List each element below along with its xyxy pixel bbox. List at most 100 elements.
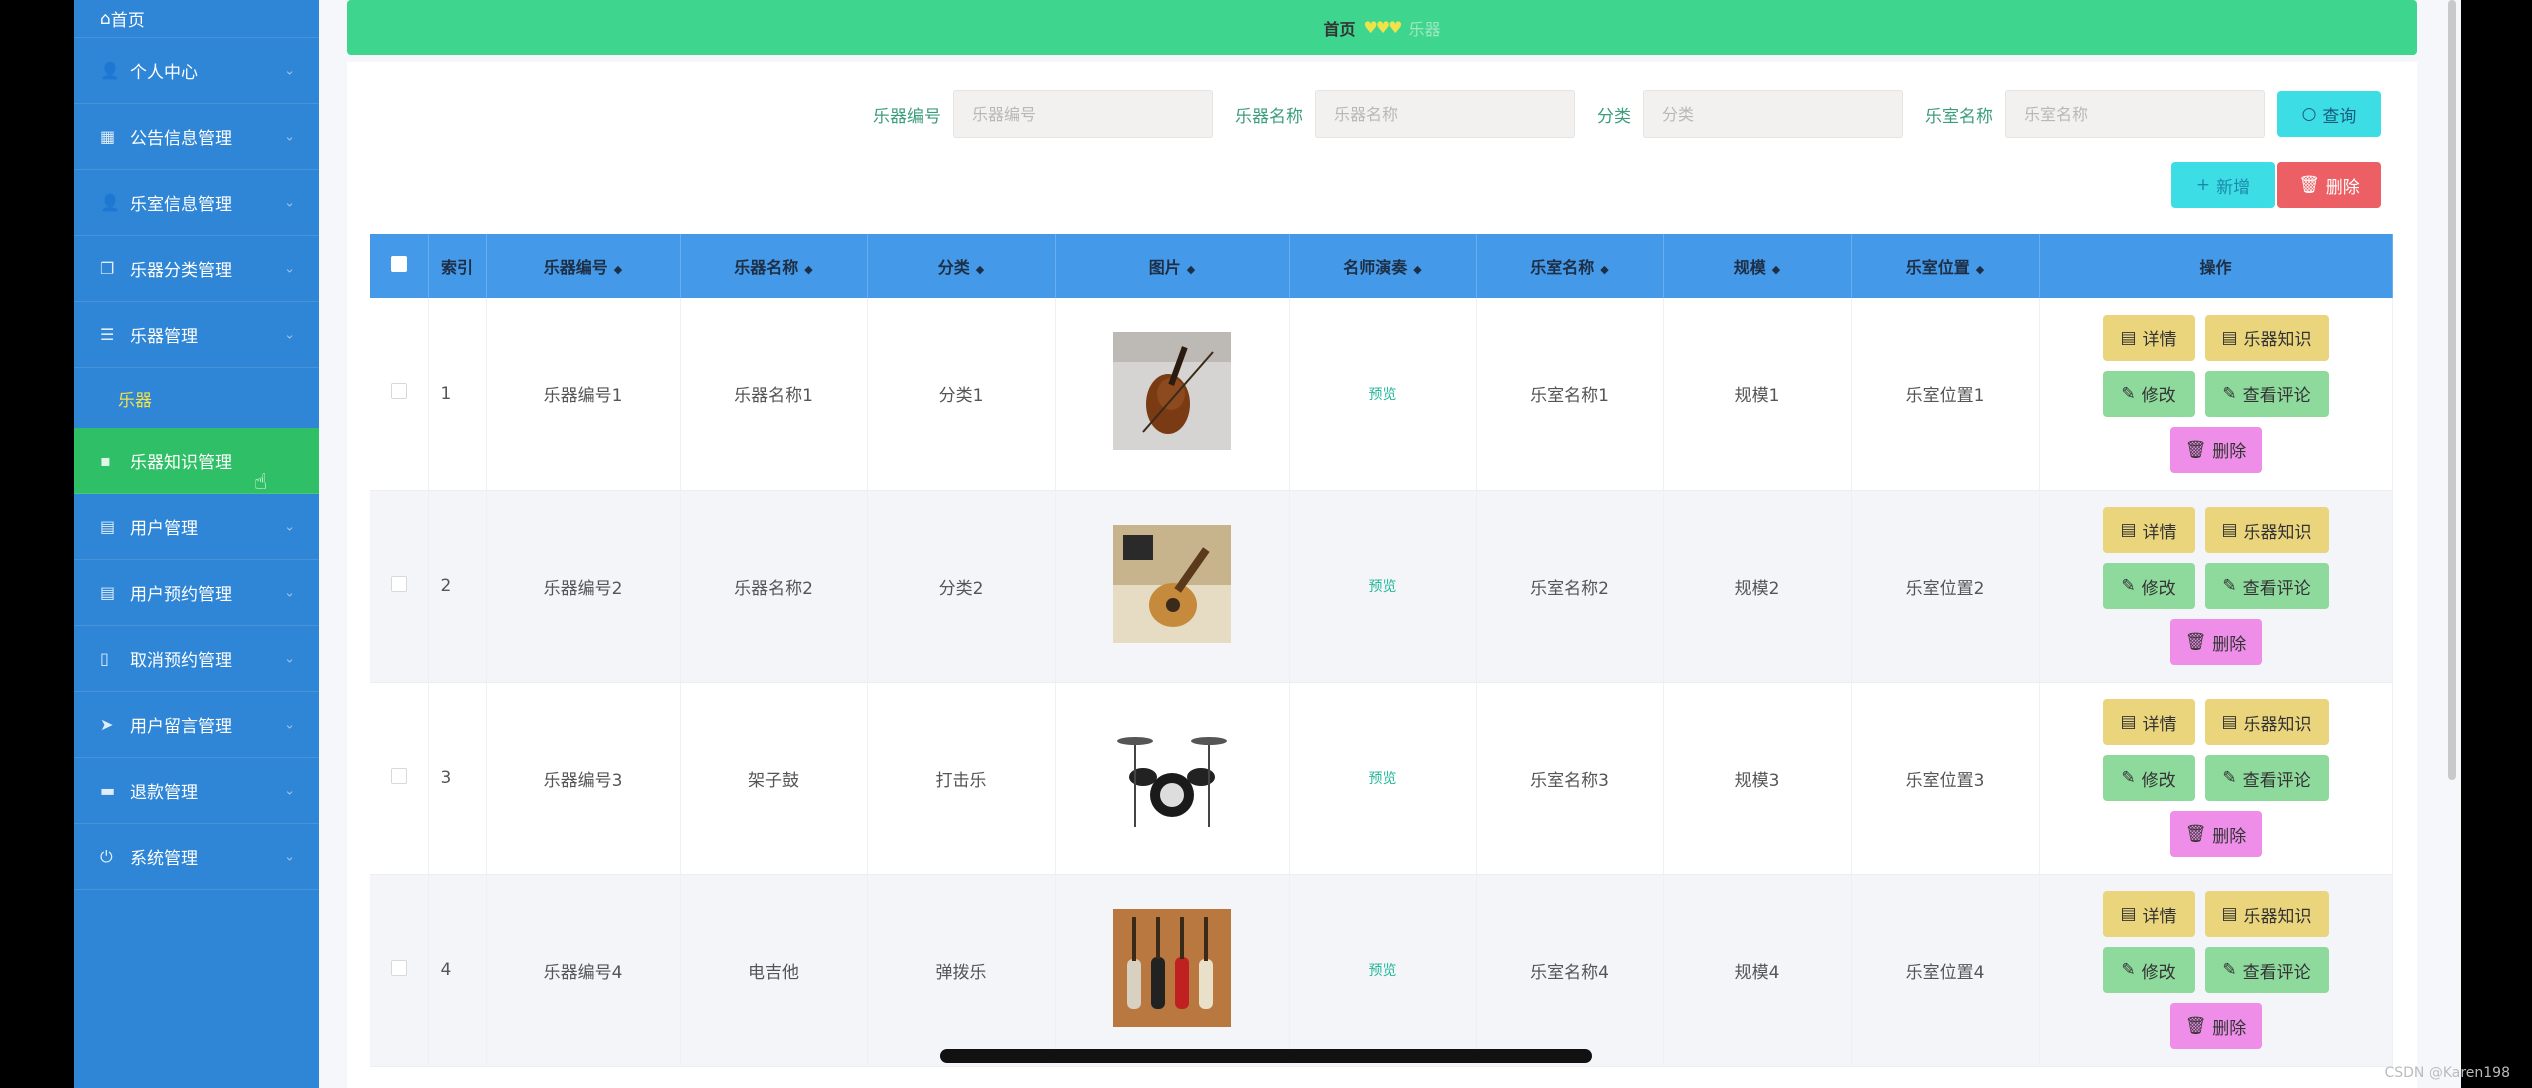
sort-icon[interactable]: ◆ <box>976 263 984 276</box>
view-comments-button[interactable]: ✎ 查看评论 <box>2204 370 2329 417</box>
chevron-down-icon: ⌄ <box>284 63 295 78</box>
cell-room-location: 乐室位置2 <box>1851 490 2040 683</box>
search-icon: ○ <box>2301 104 2317 124</box>
sidebar-item-items2-0[interactable]: ▤ 用户管理 ⌄ <box>74 494 319 560</box>
sidebar-item-items-1[interactable]: ▦ 公告信息管理 ⌄ <box>74 104 319 170</box>
instrument-image[interactable] <box>1113 332 1231 451</box>
header-room-location[interactable]: 乐室位置 ◆ <box>1851 234 2040 298</box>
cell-operations: ▤ 详情 ▤ 乐器知识 ✎ 修改 ✎ 查看评论 🗑 删除 <box>2039 298 2393 491</box>
view-comments-button[interactable]: ✎ 查看评论 <box>2204 755 2329 801</box>
cell-scale: 规模1 <box>1663 298 1852 491</box>
user-icon: 👤 <box>100 193 120 212</box>
header-performance[interactable]: 名师演奏 ◆ <box>1289 234 1477 298</box>
sort-icon[interactable]: ◆ <box>1772 263 1780 276</box>
sort-icon[interactable]: ◆ <box>1187 263 1195 276</box>
header-name[interactable]: 乐器名称 ◆ <box>680 234 868 298</box>
instrument-image[interactable] <box>1113 716 1231 835</box>
sidebar-item-items-3[interactable]: ❐ 乐器分类管理 ⌄ <box>74 236 319 302</box>
preview-link[interactable]: 预览 <box>1369 963 1397 979</box>
detail-button[interactable]: ▤ 详情 <box>2102 314 2195 361</box>
sidebar-item-instrument-knowledge[interactable]: ▪ 乐器知识管理 <box>74 428 319 494</box>
detail-button[interactable]: ▤ 详情 <box>2102 891 2195 937</box>
instrument-image[interactable] <box>1113 908 1231 1027</box>
chevron-down-icon: ⌄ <box>284 651 295 666</box>
detail-button-label: 详情 <box>2142 906 2177 927</box>
chevron-down-icon: ⌄ <box>284 195 295 210</box>
sidebar-item-label: 乐器知识管理 <box>130 453 232 473</box>
edit-button[interactable]: ✎ 修改 <box>2102 563 2195 609</box>
row-checkbox[interactable] <box>390 959 407 976</box>
detail-button[interactable]: ▤ 详情 <box>2102 507 2195 553</box>
preview-link[interactable]: 预览 <box>1369 771 1397 787</box>
room-name-input[interactable] <box>2005 90 2265 138</box>
sort-icon[interactable]: ◆ <box>614 263 622 276</box>
sidebar-item-items-4[interactable]: ☰ 乐器管理 ⌄ <box>74 302 319 368</box>
sidebar-subitem-label: 乐器 <box>118 390 152 411</box>
sidebar-subitem-instruments[interactable]: 乐器 <box>74 368 319 428</box>
delete-button[interactable]: 🗑 删除 <box>2169 426 2262 473</box>
header-code[interactable]: 乐器编号 ◆ <box>486 234 681 298</box>
sidebar-item-items2-5[interactable]: ⏻ 系统管理 ⌄ <box>74 824 319 890</box>
add-button[interactable]: + 新增 <box>2171 162 2275 208</box>
instrument-image[interactable] <box>1113 524 1231 643</box>
chevron-down-icon: ⌄ <box>284 849 295 864</box>
knowledge-button[interactable]: ▤ 乐器知识 <box>2204 699 2329 745</box>
chevron-down-icon: ⌄ <box>284 717 295 732</box>
header-room-name[interactable]: 乐室名称 ◆ <box>1476 234 1664 298</box>
breadcrumb-home[interactable]: 首页 <box>1323 16 1355 40</box>
knowledge-button[interactable]: ▤ 乐器知识 <box>2204 314 2329 361</box>
edit-button[interactable]: ✎ 修改 <box>2102 755 2195 801</box>
home-icon: ⌂ <box>100 8 111 29</box>
row-checkbox[interactable] <box>390 383 407 400</box>
chevron-down-icon: ⌄ <box>284 783 295 798</box>
pencil-icon: ✎ <box>2222 576 2237 596</box>
cell-operations: ▤ 详情 ▤ 乐器知识 ✎ 修改 ✎ 查看评论 🗑 删除 <box>2039 682 2393 875</box>
instrument-code-input[interactable] <box>953 90 1213 138</box>
sidebar-item-items2-1[interactable]: ▤ 用户预约管理 ⌄ <box>74 560 319 626</box>
row-checkbox[interactable] <box>390 575 407 592</box>
instrument-name-input[interactable] <box>1315 90 1575 138</box>
knowledge-button[interactable]: ▤ 乐器知识 <box>2204 891 2329 937</box>
sort-icon[interactable]: ◆ <box>1600 263 1608 276</box>
sidebar-item-items2-4[interactable]: ▬ 退款管理 ⌄ <box>74 758 319 824</box>
cell-operations: ▤ 详情 ▤ 乐器知识 ✎ 修改 ✎ 查看评论 🗑 删除 <box>2039 490 2393 683</box>
sidebar-item-label: 退款管理 <box>130 783 198 803</box>
instrument-table: 索引 乐器编号 ◆ 乐器名称 ◆ 分类 ◆ 图片 ◆ 名师演奏 ◆ 乐室名称 ◆ 规模 ◆ 乐… <box>370 234 2393 1067</box>
delete-button[interactable]: 🗑 删除 <box>2169 811 2262 857</box>
detail-button[interactable]: ▤ 详情 <box>2102 699 2195 745</box>
category-input[interactable] <box>1643 90 1903 138</box>
watermark: CSDN @Karen198 <box>2384 1065 2510 1081</box>
edit-button[interactable]: ✎ 修改 <box>2102 370 2195 417</box>
delete-button[interactable]: 🗑 删除 <box>2169 619 2262 665</box>
preview-link[interactable]: 预览 <box>1369 387 1397 403</box>
cell-room-name: 乐室名称4 <box>1476 874 1664 1067</box>
sidebar-item-items2-2[interactable]: ▯ 取消预约管理 ⌄ <box>74 626 319 692</box>
view-comments-button[interactable]: ✎ 查看评论 <box>2204 947 2329 993</box>
header-category[interactable]: 分类 ◆ <box>867 234 1056 298</box>
sidebar-item-items2-3[interactable]: ➤ 用户留言管理 ⌄ <box>74 692 319 758</box>
sidebar-item-items-0[interactable]: 👤 个人中心 ⌄ <box>74 38 319 104</box>
view-comments-button[interactable]: ✎ 查看评论 <box>2204 563 2329 609</box>
cell-room-location: 乐室位置1 <box>1851 298 2040 491</box>
sidebar-item-home[interactable]: ⌂ 首页 <box>74 0 319 38</box>
header-image[interactable]: 图片 ◆ <box>1055 234 1290 298</box>
vertical-scrollbar[interactable] <box>2448 0 2456 780</box>
sort-icon[interactable]: ◆ <box>804 263 812 276</box>
edit-button[interactable]: ✎ 修改 <box>2102 947 2195 993</box>
batch-delete-button[interactable]: 🗑 删除 <box>2277 162 2381 208</box>
knowledge-button[interactable]: ▤ 乐器知识 <box>2204 507 2329 553</box>
cell-room-location: 乐室位置3 <box>1851 682 2040 875</box>
trash-icon: 🗑 <box>2184 632 2207 652</box>
pencil-icon: ✎ <box>2222 960 2237 980</box>
cell-image <box>1055 874 1290 1067</box>
sort-icon[interactable]: ◆ <box>1413 263 1421 276</box>
sidebar-item-items-2[interactable]: 👤 乐室信息管理 ⌄ <box>74 170 319 236</box>
preview-link[interactable]: 预览 <box>1369 579 1397 595</box>
delete-button[interactable]: 🗑 删除 <box>2169 1003 2262 1049</box>
sort-icon[interactable]: ◆ <box>1976 263 1984 276</box>
cell-code: 乐器编号2 <box>486 490 681 683</box>
header-scale[interactable]: 规模 ◆ <box>1663 234 1852 298</box>
select-all-checkbox[interactable] <box>390 256 407 272</box>
query-button[interactable]: ○ 查询 <box>2277 91 2381 137</box>
row-checkbox[interactable] <box>390 767 407 784</box>
